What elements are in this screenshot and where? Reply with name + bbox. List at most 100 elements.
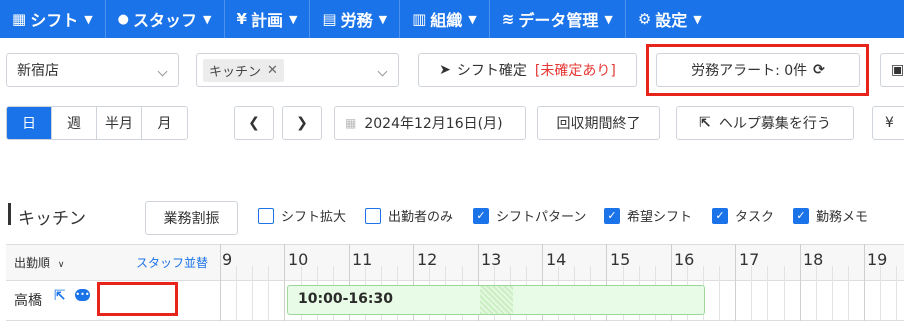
staff-sort-link[interactable]: スタッフ並替 <box>136 254 208 271</box>
hour-label-15: 15 <box>610 250 631 269</box>
option-task[interactable]: ✓ タスク <box>712 206 774 225</box>
quarter-gridline <box>832 266 833 321</box>
checkbox-checked[interactable]: ✓ <box>473 207 489 224</box>
chevron-down-icon: ▼ <box>288 12 298 26</box>
chat-bubble-icon[interactable]: ••• <box>75 289 90 301</box>
option-shift-expand[interactable]: シフト拡大 <box>258 206 346 225</box>
section-title: キッチン <box>18 209 86 229</box>
quarter-gridline <box>268 266 269 321</box>
hour-label-13: 13 <box>481 250 502 269</box>
hour-label-17: 17 <box>739 250 760 269</box>
prev-date-button[interactable]: ❮ <box>234 106 274 140</box>
hour-gridline <box>735 244 736 321</box>
nav-org-label: 組織 <box>430 11 463 30</box>
section-title-bar <box>8 203 11 225</box>
chevron-down-icon: ▼ <box>468 12 477 26</box>
checkbox-checked[interactable]: ✓ <box>793 207 809 224</box>
hour-label-11: 11 <box>352 250 373 269</box>
quarter-gridline <box>719 266 720 321</box>
next-date-button[interactable]: ❯ <box>282 106 322 140</box>
store-select[interactable]: 新宿店 <box>6 53 179 87</box>
yen-icon: ¥ <box>885 115 894 131</box>
option-work-memo[interactable]: ✓ 勤務メモ <box>793 206 868 225</box>
collection-period-end-label: 回収期間終了 <box>556 116 641 132</box>
hour-label-12: 12 <box>417 250 438 269</box>
option-label: 希望シフト <box>627 210 693 225</box>
print-button[interactable]: ▣ <box>880 53 904 87</box>
checkbox[interactable] <box>365 207 381 224</box>
quarter-gridline <box>848 266 849 321</box>
shift-time-label: 10:00-16:30 <box>298 291 393 307</box>
quarter-gridline <box>236 266 237 321</box>
store-select-value: 新宿店 <box>17 63 59 79</box>
nav-org[interactable]: ▥ 組織 ▼ <box>400 0 490 38</box>
sort-order-select[interactable]: 出勤順 ∨ <box>14 254 64 271</box>
hour-gridline <box>864 244 865 321</box>
shift-confirm-button[interactable]: ➤ シフト確定 [未確定あり] <box>418 53 637 87</box>
option-label: タスク <box>735 210 775 225</box>
chevron-down-icon <box>377 66 388 77</box>
chevron-down-icon: ∨ <box>57 260 65 270</box>
quarter-gridline <box>252 266 253 321</box>
hour-label-14: 14 <box>546 250 567 269</box>
chevron-left-icon: ❮ <box>248 115 260 131</box>
chevron-down-icon: ▼ <box>84 12 93 26</box>
nav-settings-label: 設定 <box>655 11 688 30</box>
task-assign-button[interactable]: 業務割振 <box>145 201 238 235</box>
nav-plan[interactable]: ¥ 計画 ▼ <box>225 0 311 38</box>
hour-label-19: 19 <box>867 250 888 269</box>
top-navbar: ▦ シフト ▼ ● スタッフ ▼ ¥ 計画 ▼ ▤ 労務 ▼ ▥ 組織 ▼ ≋ … <box>0 0 904 38</box>
yen-icon: ¥ <box>236 10 247 28</box>
help-recruit-label: ヘルプ募集を行う <box>718 116 831 132</box>
date-picker[interactable]: ▦ 2024年12月16日(月) <box>334 106 526 140</box>
nav-data[interactable]: ≋ データ管理 ▼ <box>490 0 626 38</box>
nav-labor-label: 労務 <box>340 11 373 30</box>
calendar-icon: ▦ <box>345 116 357 130</box>
nav-settings[interactable]: ⚙ 設定 ▼ <box>626 0 714 38</box>
nav-staff[interactable]: ● スタッフ ▼ <box>106 0 225 38</box>
view-mode-day[interactable]: 日 <box>7 107 52 139</box>
hour-label-16: 16 <box>674 250 695 269</box>
highlight-box-row <box>97 282 178 316</box>
view-mode-group: 日 週 半月 月 <box>6 106 188 140</box>
task-assign-label: 業務割振 <box>163 211 220 227</box>
quarter-gridline <box>880 266 881 321</box>
close-icon[interactable]: ✕ <box>267 63 278 78</box>
nav-shift[interactable]: ▦ シフト ▼ <box>0 0 106 38</box>
view-mode-half-month[interactable]: 半月 <box>97 107 142 139</box>
option-desired-shift[interactable]: ✓ 希望シフト <box>604 206 692 225</box>
help-recruit-button[interactable]: ⇱ ヘルプ募集を行う <box>676 106 854 140</box>
building-icon: ▥ <box>412 10 427 28</box>
database-icon: ≋ <box>501 10 515 28</box>
staff-name: 高橋 <box>14 293 42 309</box>
option-attendees-only[interactable]: 出勤者のみ <box>365 206 453 225</box>
section-select[interactable]: キッチン ✕ <box>196 53 399 87</box>
collection-period-end-button[interactable]: 回収期間終了 <box>537 106 660 140</box>
hour-gridline <box>220 244 221 321</box>
option-shift-pattern[interactable]: ✓ シフトパターン <box>473 206 586 225</box>
checkbox[interactable] <box>258 207 274 224</box>
checkbox-checked[interactable]: ✓ <box>604 207 620 224</box>
user-icon: ● <box>117 11 130 27</box>
section-chip-label: キッチン <box>209 64 262 80</box>
section-chip: キッチン ✕ <box>203 58 284 82</box>
shift-bar-break <box>480 286 513 314</box>
highlight-box-alert <box>646 44 869 96</box>
hour-label-18: 18 <box>803 250 824 269</box>
checkbox-checked[interactable]: ✓ <box>712 207 728 224</box>
option-label: シフト拡大 <box>281 210 347 225</box>
print-icon: ▣ <box>891 62 904 78</box>
external-link-icon[interactable]: ⇱ <box>54 288 66 304</box>
view-mode-month[interactable]: 月 <box>142 107 187 139</box>
hour-label-10: 10 <box>288 250 309 269</box>
budget-button[interactable]: ¥ <box>872 106 904 140</box>
quarter-gridline <box>784 266 785 321</box>
nav-shift-label: シフト <box>30 11 79 30</box>
view-mode-week[interactable]: 週 <box>52 107 97 139</box>
chevron-down-icon: ▼ <box>604 12 613 26</box>
chevron-down-icon <box>157 66 168 77</box>
nav-staff-label: スタッフ <box>133 11 198 30</box>
nav-labor[interactable]: ▤ 労務 ▼ <box>310 0 401 38</box>
option-label: シフトパターン <box>496 210 587 225</box>
calendar-grid-icon: ▦ <box>12 10 27 28</box>
